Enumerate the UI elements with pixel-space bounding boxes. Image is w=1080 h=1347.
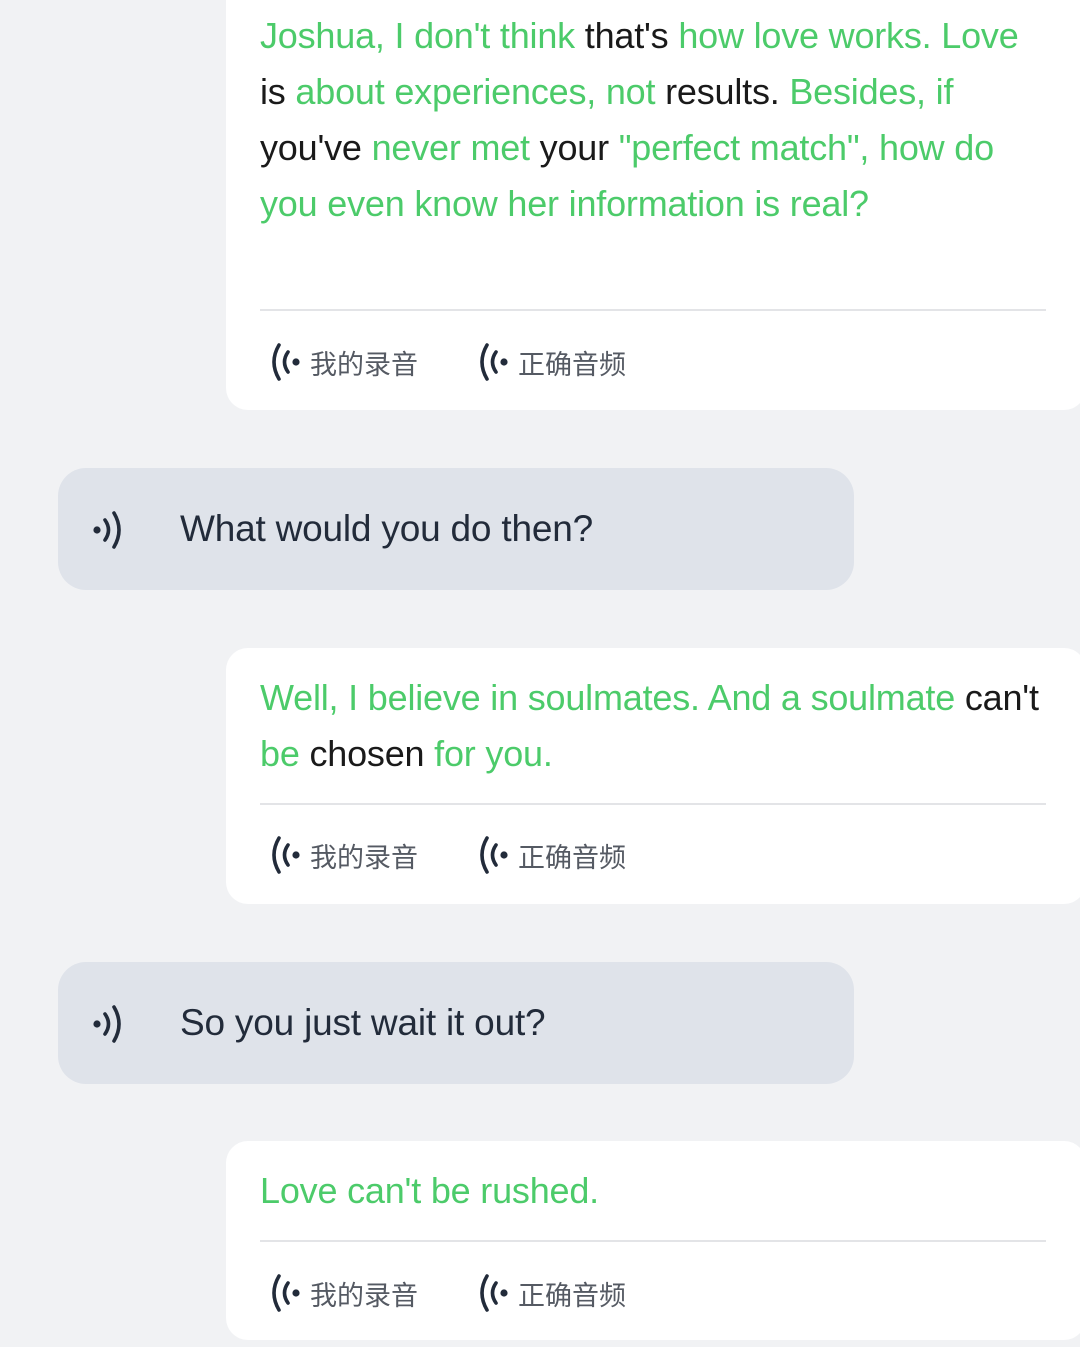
sentence-word: even — [327, 183, 405, 224]
my-recording-button[interactable]: 我的录音 — [266, 337, 418, 387]
sentence-word: soulmates. — [527, 677, 700, 718]
sound-wave-left-icon — [272, 343, 300, 381]
sentence-word: don't — [414, 15, 491, 56]
sentence-word: how — [678, 15, 744, 56]
user-message-card: Joshua, I don't think that's how love wo… — [226, 0, 1080, 410]
sentence-word: rushed. — [480, 1170, 599, 1211]
sentence-word: Love — [260, 1170, 338, 1211]
my-recording-button[interactable]: 我的录音 — [266, 830, 418, 880]
sentence-word: you. — [485, 733, 553, 774]
sentence-word: I — [348, 677, 358, 718]
sentence-word: think — [499, 15, 575, 56]
sentence-word: I — [394, 15, 405, 56]
sentence-word: is — [754, 183, 780, 224]
sentence-word: Love — [941, 15, 1019, 56]
user-message-card: Well, I believe in soulmates. And a soul… — [226, 648, 1080, 904]
sentence-word: Well, — [260, 677, 339, 718]
divider — [260, 1240, 1046, 1242]
sentence-word: not — [605, 71, 656, 112]
correct-audio-button[interactable]: 正确音频 — [474, 1268, 626, 1318]
sound-wave-left-icon — [480, 836, 508, 874]
my-recording-label: 我的录音 — [310, 842, 418, 874]
correct-audio-button[interactable]: 正确音频 — [474, 830, 626, 880]
sentence-word: chosen — [309, 733, 425, 774]
sentence-word: real? — [789, 183, 869, 224]
sentence-word: be — [260, 733, 300, 774]
sentence-word: And — [707, 677, 772, 718]
sentence-word: never — [371, 127, 461, 168]
sentence-word: know — [414, 183, 498, 224]
sentence-word: you've — [260, 127, 362, 168]
sentence-word: Besides, — [789, 71, 926, 112]
sentence-word: is — [260, 71, 286, 112]
ai-message-text: What would you do then? — [180, 508, 593, 549]
sentence-word: your — [539, 127, 609, 168]
chat-feed: Joshua, I don't think that's how love wo… — [0, 0, 1080, 1347]
ai-message-bubble: What would you do then? — [58, 468, 854, 590]
ai-message-text: So you just wait it out? — [180, 1002, 546, 1043]
sentence-word: how — [879, 127, 945, 168]
scored-sentence: Love can't be rushed. — [260, 1163, 1048, 1219]
sentence-word: in — [490, 677, 518, 718]
sound-wave-left-icon — [272, 1274, 300, 1312]
sentence-word: met — [470, 127, 530, 168]
sentence-word: can't — [964, 677, 1039, 718]
correct-audio-button[interactable]: 正确音频 — [474, 337, 626, 387]
sentence-word: about — [295, 71, 385, 112]
my-recording-label: 我的录音 — [310, 1280, 418, 1312]
user-message-card: Love can't be rushed. 我的录音 正确音频 — [226, 1141, 1080, 1340]
divider — [260, 309, 1046, 311]
ai-message-bubble: So you just wait it out? — [58, 962, 854, 1084]
speaker-right-icon[interactable] — [88, 1002, 128, 1046]
correct-audio-label: 正确音频 — [518, 842, 626, 874]
scored-sentence: Well, I believe in soulmates. And a soul… — [260, 670, 1048, 782]
sentence-word: you — [260, 183, 318, 224]
sound-wave-left-icon — [480, 1274, 508, 1312]
sentence-word: her — [507, 183, 559, 224]
sentence-word: a — [780, 677, 801, 718]
sentence-word: for — [434, 733, 476, 774]
sentence-word: Joshua, — [260, 15, 385, 56]
my-recording-label: 我的录音 — [310, 349, 418, 381]
sentence-word: match", — [749, 127, 870, 168]
sentence-word: be — [430, 1170, 471, 1211]
my-recording-button[interactable]: 我的录音 — [266, 1268, 418, 1318]
sentence-word: can't — [347, 1170, 421, 1211]
sentence-word: do — [954, 127, 994, 168]
sentence-word: experiences, — [394, 71, 597, 112]
sound-wave-left-icon — [272, 836, 300, 874]
speaker-right-icon[interactable] — [88, 508, 128, 552]
correct-audio-label: 正确音频 — [518, 349, 626, 381]
sentence-word: if — [935, 71, 954, 112]
scored-sentence: Joshua, I don't think that's how love wo… — [260, 8, 1048, 232]
sentence-word: love — [753, 15, 819, 56]
divider — [260, 803, 1046, 805]
sentence-word: "perfect — [618, 127, 740, 168]
sound-wave-left-icon — [480, 343, 508, 381]
correct-audio-label: 正确音频 — [518, 1280, 626, 1312]
sentence-word: information — [568, 183, 745, 224]
sentence-word: results. — [665, 71, 780, 112]
sentence-word: works. — [828, 15, 932, 56]
sentence-word: believe — [367, 677, 481, 718]
sentence-word: soulmate — [810, 677, 956, 718]
sentence-word: that's — [584, 15, 669, 56]
